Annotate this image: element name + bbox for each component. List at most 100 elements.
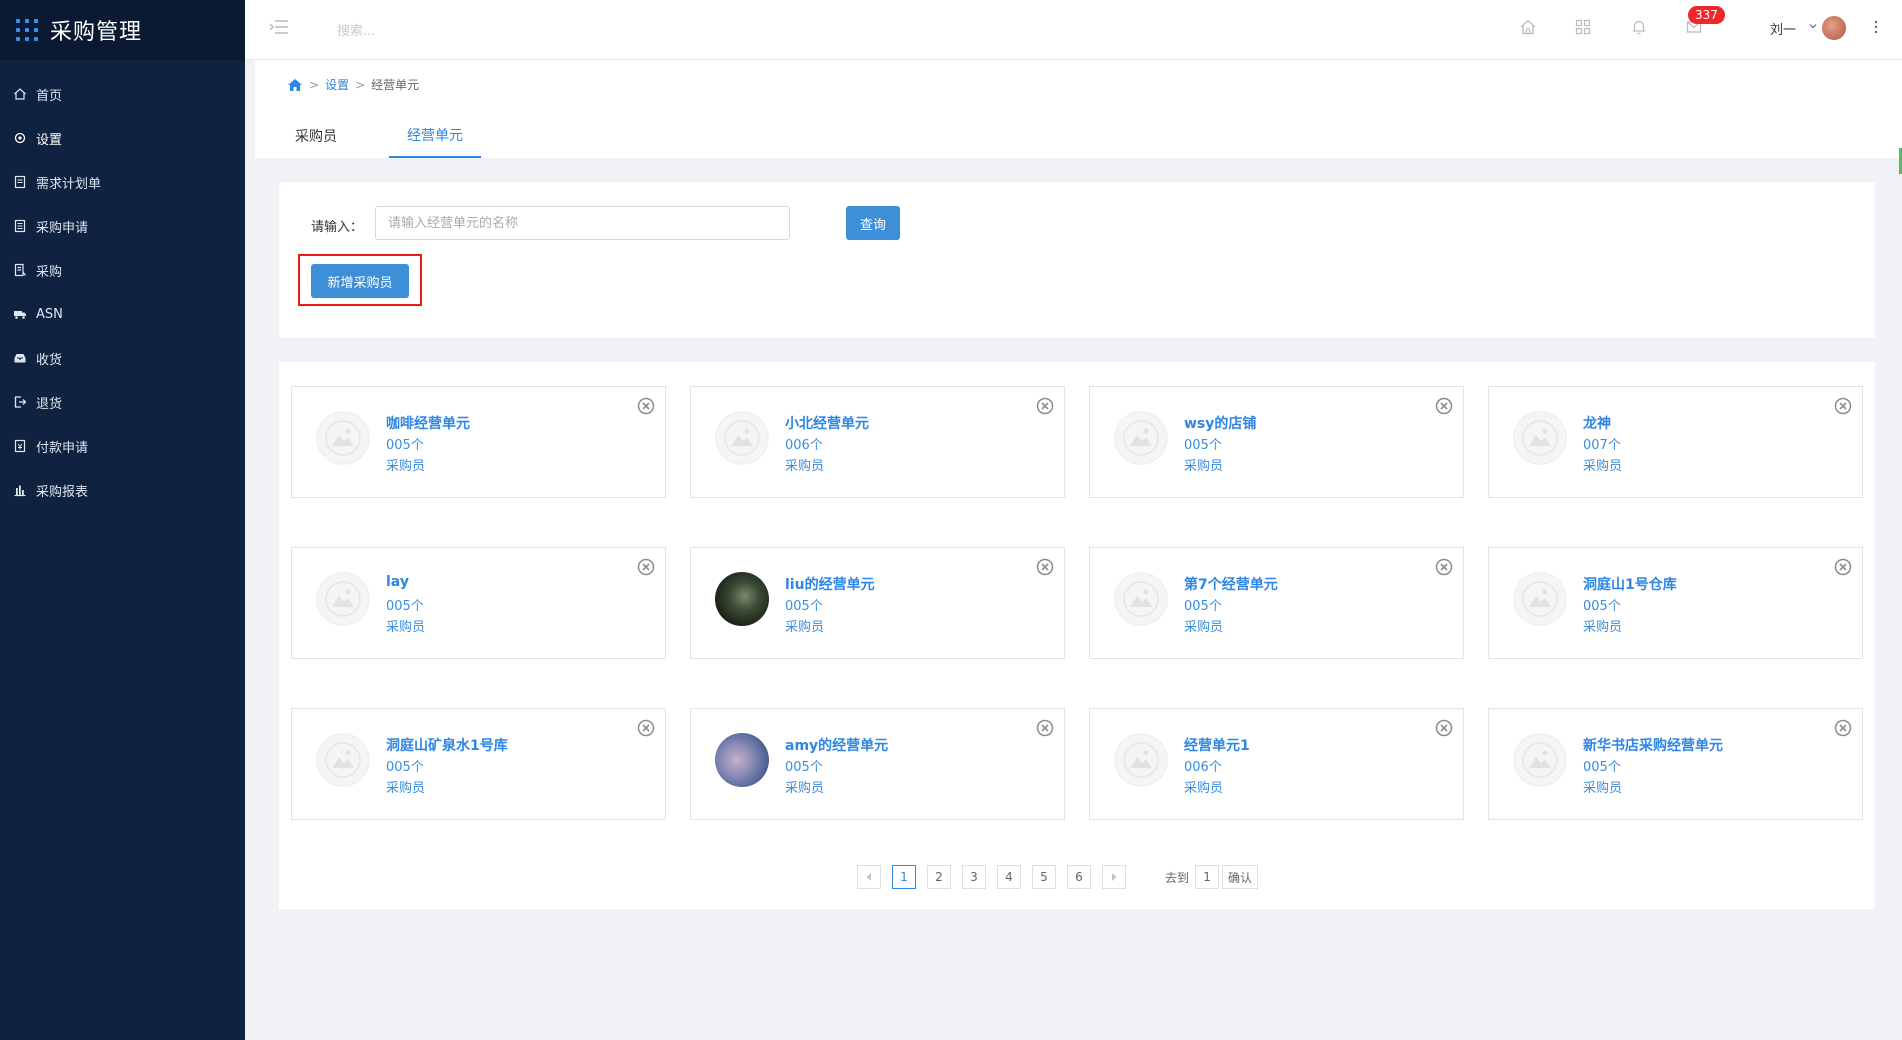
business-unit-card[interactable]: wsy的店铺 005个 采购员 — [1089, 386, 1464, 498]
prev-page-button[interactable] — [857, 865, 881, 889]
page-button[interactable]: 5 — [1032, 865, 1056, 889]
more-vertical-icon[interactable] — [1873, 18, 1879, 36]
unit-name[interactable]: 新华书店采购经营单元 — [1583, 735, 1723, 755]
sidebar-item-purchase-request[interactable]: 采购申请 — [0, 204, 245, 248]
unit-avatar — [1114, 411, 1168, 465]
page-button[interactable]: 1 — [892, 865, 916, 889]
unit-role-label: 采购员 — [1583, 781, 1623, 796]
business-unit-card[interactable]: 经营单元1 006个采购员 — [1089, 708, 1464, 820]
chevron-down-icon[interactable] — [1808, 21, 1818, 31]
business-unit-card[interactable]: lay 005个 采购员 — [291, 547, 666, 659]
business-unit-card[interactable]: 新华书店采购经营单元 005个 采购员 — [1488, 708, 1863, 820]
apps-grid-icon[interactable] — [1574, 18, 1592, 36]
unit-role-label: 采购员 — [785, 459, 825, 474]
sidebar-nav: 首页 设置 需求计划单 采购申请 采购 ASN 收货 退货 付款申请 采购报表 — [0, 60, 245, 512]
close-icon[interactable] — [1834, 719, 1852, 737]
image-placeholder-icon — [316, 572, 370, 626]
tab-business-unit[interactable]: 经营单元 — [389, 114, 481, 158]
image-placeholder-icon — [1513, 411, 1567, 465]
query-button[interactable]: 查询 — [846, 206, 900, 240]
page-button[interactable]: 2 — [927, 865, 951, 889]
business-unit-list: 咖啡经营单元 005个 采购员 小北经营单元 006个 采购员 wsy的店铺 005个 采购员龙… — [279, 362, 1875, 909]
sidebar-item-settings[interactable]: 设置 — [0, 116, 245, 160]
image-placeholder-icon — [316, 733, 370, 787]
tab-buyer[interactable]: 采购员 — [279, 114, 353, 158]
unit-name[interactable]: 洞庭山矿泉水1号库 — [386, 735, 508, 755]
search-input[interactable] — [375, 206, 790, 240]
unit-name[interactable]: 咖啡经营单元 — [386, 413, 470, 433]
close-icon[interactable] — [637, 558, 655, 576]
close-icon[interactable] — [1036, 397, 1054, 415]
business-unit-card[interactable]: 洞庭山矿泉水1号库 005个 采购员 — [291, 708, 666, 820]
menu-toggle-icon[interactable] — [269, 18, 289, 36]
close-icon[interactable] — [637, 397, 655, 415]
close-icon[interactable] — [1435, 558, 1453, 576]
avatar[interactable] — [1822, 16, 1846, 40]
close-icon[interactable] — [1036, 719, 1054, 737]
unit-buyer-count: 006个 — [1184, 760, 1222, 775]
unit-name[interactable]: liu的经营单元 — [785, 574, 875, 594]
unit-name[interactable]: 经营单元1 — [1184, 735, 1250, 755]
unit-name[interactable]: 小北经营单元 — [785, 413, 869, 433]
unit-name[interactable]: 龙神 — [1583, 413, 1611, 433]
close-icon[interactable] — [1435, 719, 1453, 737]
business-unit-card[interactable]: 洞庭山1号仓库 005个 采购员 — [1488, 547, 1863, 659]
app-title: 采购管理 — [50, 20, 143, 45]
unit-avatar — [316, 733, 370, 787]
next-page-button[interactable] — [1102, 865, 1126, 889]
unit-role-label: 采购员 — [1184, 781, 1224, 796]
unit-name[interactable]: lay — [386, 574, 409, 590]
unit-avatar — [1513, 411, 1567, 465]
image-placeholder-icon — [1513, 572, 1567, 626]
close-icon[interactable] — [1834, 558, 1852, 576]
unit-avatar — [715, 411, 769, 465]
add-buyer-button[interactable]: 新增采购员 — [311, 264, 409, 298]
bell-icon[interactable] — [1630, 18, 1648, 36]
unit-buyer-count: 005个 — [1184, 438, 1222, 453]
sidebar-item-label: 采购报表 — [36, 484, 89, 500]
unit-name[interactable]: wsy的店铺 — [1184, 413, 1256, 433]
close-icon[interactable] — [637, 719, 655, 737]
sidebar-item-demand-plan[interactable]: 需求计划单 — [0, 160, 245, 204]
sidebar-item-return[interactable]: 退货 — [0, 380, 245, 424]
close-icon[interactable] — [1435, 397, 1453, 415]
sidebar-item-asn[interactable]: ASN — [0, 292, 245, 336]
goto-page-input[interactable] — [1195, 865, 1220, 889]
notification-badge: 337 — [1688, 6, 1725, 24]
business-unit-card[interactable]: 第7个经营单元 005个 采购员 — [1089, 547, 1464, 659]
business-unit-card[interactable]: liu的经营单元 005个 采购员 — [690, 547, 1065, 659]
sidebar-item-label: 采购 — [36, 264, 63, 280]
pagination: 1 2 3 4 5 6 去到 确认 — [857, 865, 1259, 889]
home-icon[interactable] — [1519, 18, 1537, 36]
breadcrumb-settings[interactable]: 设置 — [325, 76, 349, 93]
card-grid: 咖啡经营单元 005个 采购员 小北经营单元 006个 采购员 wsy的店铺 005个 采购员龙… — [291, 386, 1863, 820]
truck-icon — [13, 307, 27, 321]
chevron-right-icon — [1112, 873, 1117, 881]
top-header: 搜索... 337 刘一 — [245, 0, 1902, 60]
user-name[interactable]: 刘一 — [1770, 19, 1796, 38]
business-unit-card[interactable]: 龙神 007个 采购员 — [1488, 386, 1863, 498]
sidebar-item-home[interactable]: 首页 — [0, 72, 245, 116]
unit-name[interactable]: 第7个经营单元 — [1184, 574, 1278, 594]
business-unit-card[interactable]: amy的经营单元 005个 采购员 — [690, 708, 1065, 820]
page-button[interactable]: 6 — [1067, 865, 1091, 889]
business-unit-card[interactable]: 小北经营单元 006个 采购员 — [690, 386, 1065, 498]
sidebar-item-payment-request[interactable]: 付款申请 — [0, 424, 245, 468]
header-search-input[interactable]: 搜索... — [337, 20, 375, 39]
unit-avatar — [715, 733, 769, 787]
app-logo[interactable]: 采购管理 — [0, 0, 245, 60]
sidebar-item-purchase[interactable]: 采购 — [0, 248, 245, 292]
close-icon[interactable] — [1834, 397, 1852, 415]
unit-name[interactable]: amy的经营单元 — [785, 735, 888, 755]
unit-name[interactable]: 洞庭山1号仓库 — [1583, 574, 1677, 594]
goto-confirm-button[interactable]: 确认 — [1222, 865, 1259, 889]
business-unit-card[interactable]: 咖啡经营单元 005个 采购员 — [291, 386, 666, 498]
home-icon[interactable] — [287, 78, 303, 92]
sidebar-item-purchase-report[interactable]: 采购报表 — [0, 468, 245, 512]
page-button[interactable]: 4 — [997, 865, 1021, 889]
page-button[interactable]: 3 — [962, 865, 986, 889]
sidebar-item-label: 退货 — [36, 396, 63, 412]
unit-role-label: 采购员 — [1184, 620, 1224, 635]
close-icon[interactable] — [1036, 558, 1054, 576]
sidebar-item-receiving[interactable]: 收货 — [0, 336, 245, 380]
